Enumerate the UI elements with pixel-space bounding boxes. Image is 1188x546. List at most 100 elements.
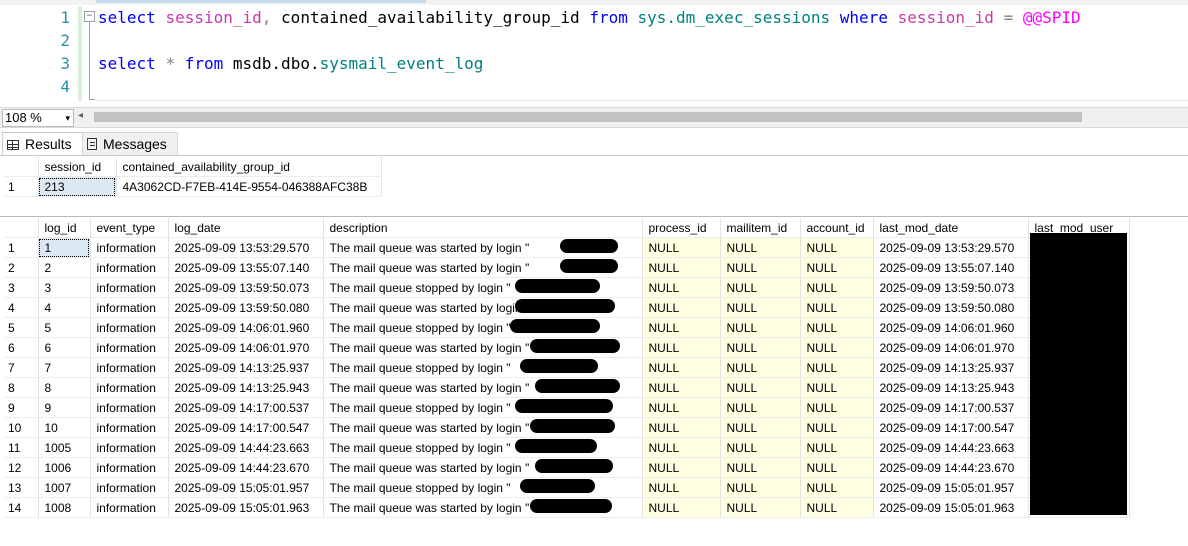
grid-cell[interactable]: 2025-09-09 14:13:25.943 xyxy=(168,377,324,398)
grid-cell[interactable]: 4A3062CD-F7EB-414E-9554-046388AFC38B xyxy=(116,176,382,197)
code-line-1[interactable]: select session_id, contained_availabilit… xyxy=(98,6,1081,29)
row-number[interactable]: 10 xyxy=(4,417,39,438)
grid-cell[interactable]: information xyxy=(90,377,169,398)
grid-cell[interactable]: NULL xyxy=(800,377,874,398)
grid-cell[interactable]: 5 xyxy=(38,317,91,338)
table-row[interactable]: 1 213 4A3062CD-F7EB-414E-9554-046388AFC3… xyxy=(4,176,382,197)
grid-cell[interactable]: 2025-09-09 13:53:29.570 xyxy=(168,237,324,258)
grid-cell[interactable]: NULL xyxy=(800,397,874,418)
result-grid-sessions[interactable]: session_id contained_availability_group_… xyxy=(4,157,382,197)
row-number[interactable]: 7 xyxy=(4,357,39,378)
row-number[interactable]: 8 xyxy=(4,377,39,398)
grid-cell[interactable]: information xyxy=(90,257,169,278)
grid-cell[interactable]: NULL xyxy=(642,337,721,358)
grid-cell[interactable]: NULL xyxy=(642,377,721,398)
grid-cell[interactable]: 1 xyxy=(38,237,91,258)
grid-cell[interactable]: 2025-09-09 14:13:25.943 xyxy=(873,377,1029,398)
column-header[interactable]: contained_availability_group_id xyxy=(116,157,382,177)
grid-cell[interactable]: NULL xyxy=(642,317,721,338)
row-number[interactable]: 4 xyxy=(4,297,39,318)
grid-cell[interactable]: 2025-09-09 13:55:07.140 xyxy=(873,257,1029,278)
grid-cell[interactable]: 4 xyxy=(38,297,91,318)
grid-cell[interactable]: 2025-09-09 14:06:01.960 xyxy=(873,317,1029,338)
grid-cell[interactable]: NULL xyxy=(800,237,874,258)
grid-cell[interactable]: NULL xyxy=(800,297,874,318)
grid-cell[interactable]: 2025-09-09 14:06:01.970 xyxy=(873,337,1029,358)
row-number[interactable]: 11 xyxy=(4,437,39,458)
horizontal-scrollbar-thumb[interactable] xyxy=(94,112,1082,122)
column-header[interactable]: description xyxy=(323,218,643,238)
grid-cell[interactable]: NULL xyxy=(800,257,874,278)
grid-cell[interactable]: NULL xyxy=(800,437,874,458)
grid-cell[interactable]: NULL xyxy=(720,457,801,478)
grid-cell[interactable]: 1008 xyxy=(38,497,91,518)
column-header[interactable]: mailitem_id xyxy=(720,218,801,238)
grid-cell[interactable]: NULL xyxy=(720,437,801,458)
grid-cell[interactable]: NULL xyxy=(800,477,874,498)
grid-cell[interactable]: information xyxy=(90,337,169,358)
row-number[interactable]: 6 xyxy=(4,337,39,358)
row-number[interactable]: 1 xyxy=(4,176,39,197)
tab-results[interactable]: Results xyxy=(2,132,88,156)
grid-cell[interactable]: NULL xyxy=(720,257,801,278)
grid-cell[interactable]: 2025-09-09 14:44:23.670 xyxy=(873,457,1029,478)
query-editor[interactable]: 1 2 3 4 − select session_id, contained_a… xyxy=(0,0,1188,105)
row-number[interactable]: 14 xyxy=(4,497,39,518)
scroll-left-arrow-icon[interactable]: ◂ xyxy=(78,110,83,121)
code-line-3[interactable]: select * from msdb.dbo.sysmail_event_log xyxy=(98,52,1081,75)
grid-cell[interactable]: NULL xyxy=(642,477,721,498)
grid-cell[interactable]: NULL xyxy=(642,397,721,418)
grid-cell[interactable]: 6 xyxy=(38,337,91,358)
grid-cell[interactable]: 2 xyxy=(38,257,91,278)
tab-messages[interactable]: Messages xyxy=(82,132,178,156)
row-number[interactable]: 9 xyxy=(4,397,39,418)
grid-cell[interactable]: information xyxy=(90,497,169,518)
grid-cell[interactable]: NULL xyxy=(720,337,801,358)
grid-cell[interactable]: NULL xyxy=(720,297,801,318)
grid-cell[interactable]: 3 xyxy=(38,277,91,298)
collapse-toggle-icon[interactable]: − xyxy=(84,11,95,22)
column-header[interactable]: last_mod_date xyxy=(873,218,1029,238)
grid-cell[interactable]: 1006 xyxy=(38,457,91,478)
grid-cell[interactable]: NULL xyxy=(720,417,801,438)
grid-cell[interactable]: NULL xyxy=(642,497,721,518)
code-area[interactable]: select session_id, contained_availabilit… xyxy=(98,6,1081,98)
grid-cell[interactable]: NULL xyxy=(642,437,721,458)
grid-cell[interactable]: NULL xyxy=(800,357,874,378)
grid-cell[interactable]: NULL xyxy=(642,277,721,298)
grid-cell[interactable]: NULL xyxy=(720,317,801,338)
grid-cell[interactable]: NULL xyxy=(800,457,874,478)
grid-cell[interactable]: NULL xyxy=(800,497,874,518)
grid-cell[interactable]: information xyxy=(90,437,169,458)
grid-cell[interactable]: 7 xyxy=(38,357,91,378)
grid-cell[interactable]: 2025-09-09 15:05:01.963 xyxy=(873,497,1029,518)
grid-cell[interactable]: information xyxy=(90,417,169,438)
grid-cell[interactable]: NULL xyxy=(800,277,874,298)
code-line-4[interactable] xyxy=(98,75,1081,98)
grid-cell[interactable]: NULL xyxy=(720,237,801,258)
grid-cell[interactable]: NULL xyxy=(720,357,801,378)
grid-cell[interactable]: 10 xyxy=(38,417,91,438)
grid-cell[interactable]: 1007 xyxy=(38,477,91,498)
grid-cell[interactable]: NULL xyxy=(642,417,721,438)
grid-cell[interactable]: NULL xyxy=(720,377,801,398)
grid-cell[interactable]: NULL xyxy=(720,497,801,518)
row-number[interactable]: 1 xyxy=(4,237,39,258)
zoom-dropdown[interactable]: 108 % ▾ xyxy=(2,109,74,127)
column-header[interactable]: event_type xyxy=(90,218,169,238)
chevron-down-icon[interactable]: ▾ xyxy=(65,110,70,126)
grid-cell[interactable]: information xyxy=(90,297,169,318)
grid-cell[interactable]: 213 xyxy=(38,176,117,197)
grid-cell[interactable]: 2025-09-09 14:17:00.547 xyxy=(873,417,1029,438)
column-header[interactable]: log_date xyxy=(168,218,324,238)
grid-cell[interactable]: 2025-09-09 15:05:01.957 xyxy=(873,477,1029,498)
grid-cell[interactable]: 2025-09-09 13:59:50.073 xyxy=(168,277,324,298)
row-number[interactable]: 3 xyxy=(4,277,39,298)
grid-cell[interactable]: NULL xyxy=(642,457,721,478)
grid-cell[interactable]: NULL xyxy=(720,397,801,418)
grid-cell[interactable]: 2025-09-09 14:17:00.537 xyxy=(168,397,324,418)
grid-cell[interactable]: NULL xyxy=(720,477,801,498)
grid-cell[interactable]: 2025-09-09 13:59:50.073 xyxy=(873,277,1029,298)
grid-cell[interactable]: NULL xyxy=(800,337,874,358)
grid-cell[interactable]: 2025-09-09 14:44:23.663 xyxy=(873,437,1029,458)
